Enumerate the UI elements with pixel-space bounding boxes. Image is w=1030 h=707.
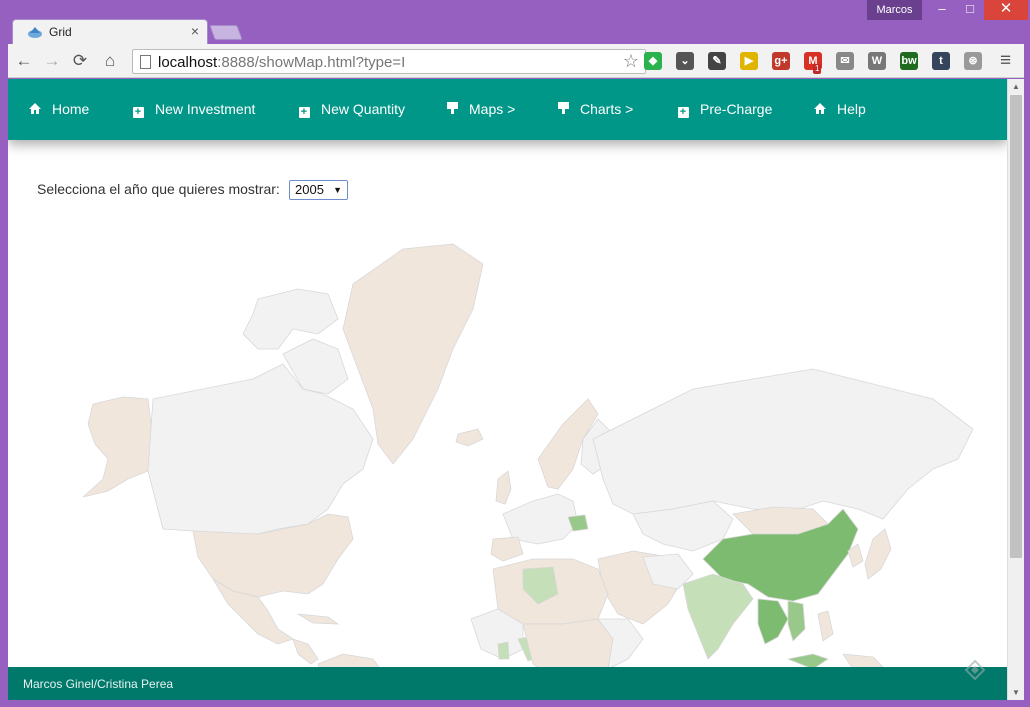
page-icon bbox=[140, 55, 151, 69]
year-select[interactable]: 2005 ▼ bbox=[289, 180, 348, 200]
map-region-cuba[interactable] bbox=[297, 613, 340, 625]
world-map[interactable] bbox=[53, 239, 978, 699]
tab-close-icon[interactable]: × bbox=[191, 23, 199, 39]
clip-icon[interactable]: ▶ bbox=[740, 52, 758, 70]
browser-window: Grid × Marcos – □ ✕ ← → ⟳ ⌂ localhost:88… bbox=[0, 0, 1030, 707]
menu-icon[interactable]: ≡ bbox=[1000, 50, 1011, 72]
bw-icon[interactable]: bw bbox=[900, 52, 918, 70]
home-icon bbox=[28, 80, 42, 141]
back-arrow-icon[interactable]: ← bbox=[14, 51, 34, 71]
map-marker-icon bbox=[445, 80, 459, 141]
map-region-central-america[interactable] bbox=[292, 638, 319, 665]
tab-title: Grid bbox=[49, 25, 72, 39]
tumblr-icon[interactable]: t bbox=[932, 52, 950, 70]
nav-item-label: Help bbox=[837, 101, 866, 117]
footer-credits: Marcos Ginel/Cristina Perea bbox=[23, 677, 174, 691]
url-text[interactable]: localhost:8888/showMap.html?type=I bbox=[158, 54, 405, 71]
profile-badge[interactable]: Marcos bbox=[867, 0, 922, 20]
url-path: :8888/showMap.html?type=I bbox=[217, 54, 406, 71]
map-region-vietnam[interactable] bbox=[787, 600, 806, 642]
nav-item-label: Home bbox=[52, 101, 90, 117]
reload-icon[interactable]: ⟳ bbox=[70, 51, 90, 71]
forward-arrow-icon[interactable]: → bbox=[42, 51, 62, 71]
map-region-spain[interactable] bbox=[490, 536, 524, 562]
home-browser-icon[interactable]: ⌂ bbox=[100, 51, 120, 71]
map-region-canada[interactable] bbox=[147, 363, 374, 535]
bookmark-star-icon[interactable]: ☆ bbox=[623, 51, 639, 72]
nav-item-label: New Investment bbox=[155, 101, 256, 117]
map-region-thailand[interactable] bbox=[757, 598, 789, 645]
pocket-icon[interactable]: ⌄ bbox=[676, 52, 694, 70]
map-region-japan[interactable] bbox=[864, 528, 892, 580]
top-navbar: Home + New Investment + New Quantity Maps > Ch… bbox=[8, 79, 1007, 140]
map-region-iceland[interactable] bbox=[455, 428, 484, 447]
feedly-icon[interactable]: ◆ bbox=[644, 52, 662, 70]
scroll-up-icon[interactable]: ▲ bbox=[1012, 82, 1020, 91]
tab-strip: Grid × Marcos – □ ✕ bbox=[0, 0, 1030, 44]
google-plus-icon[interactable]: g+ bbox=[772, 52, 790, 70]
close-window-icon[interactable]: ✕ bbox=[984, 0, 1028, 20]
nav-item-label: New Quantity bbox=[321, 101, 406, 117]
new-tab-button[interactable] bbox=[209, 25, 243, 40]
browser-toolbar: ← → ⟳ ⌂ localhost:8888/showMap.html?type… bbox=[8, 44, 1024, 78]
wikipedia-icon[interactable]: W bbox=[868, 52, 886, 70]
feedly-float-icon[interactable] bbox=[964, 659, 986, 681]
mail-icon[interactable]: ✉ bbox=[836, 52, 854, 70]
grid-favicon-icon bbox=[28, 27, 42, 38]
map-region-alaska[interactable] bbox=[82, 396, 154, 498]
map-marker-icon bbox=[556, 80, 570, 141]
nav-item-label: Pre-Charge bbox=[700, 101, 773, 117]
steering-icon[interactable]: ⊛ bbox=[964, 52, 982, 70]
nav-item-1[interactable]: + New Investment bbox=[131, 79, 255, 140]
map-region-philippines[interactable] bbox=[817, 610, 834, 642]
url-host: localhost bbox=[158, 54, 218, 71]
nav-item-0[interactable]: Home bbox=[28, 79, 89, 140]
page-footer: Marcos Ginel/Cristina Perea bbox=[8, 667, 1007, 700]
tab-grid[interactable]: Grid × bbox=[12, 19, 208, 44]
chevron-down-icon: ▼ bbox=[333, 185, 342, 195]
nav-item-2[interactable]: + New Quantity bbox=[297, 79, 405, 140]
map-region-uk[interactable] bbox=[495, 470, 512, 505]
map-region-india[interactable] bbox=[682, 573, 754, 660]
nav-item-label: Maps > bbox=[469, 101, 516, 117]
map-region-russia[interactable] bbox=[592, 368, 974, 520]
plus-square-icon: + bbox=[676, 80, 690, 141]
nav-item-6[interactable]: Help bbox=[813, 79, 866, 140]
home-icon bbox=[813, 80, 827, 141]
plus-square-icon: + bbox=[297, 80, 311, 141]
map-region-western-europe[interactable] bbox=[502, 493, 579, 545]
maximize-icon[interactable]: □ bbox=[956, 0, 984, 20]
nav-item-5[interactable]: + Pre-Charge bbox=[676, 79, 772, 140]
nav-item-4[interactable]: Charts > bbox=[556, 79, 633, 140]
address-bar[interactable]: localhost:8888/showMap.html?type=I ☆ bbox=[132, 49, 646, 74]
minimize-icon[interactable]: – bbox=[928, 0, 956, 20]
page-scrollbar[interactable]: ▲ ▼ bbox=[1007, 79, 1024, 700]
nav-item-3[interactable]: Maps > bbox=[445, 79, 515, 140]
map-region-arctic-islands[interactable] bbox=[242, 288, 339, 350]
map-region-ghana[interactable] bbox=[497, 641, 510, 660]
scrollbar-thumb[interactable] bbox=[1010, 95, 1022, 558]
scroll-down-icon[interactable]: ▼ bbox=[1012, 688, 1020, 697]
evernote-icon[interactable]: ✎ bbox=[708, 52, 726, 70]
year-select-value: 2005 bbox=[295, 182, 324, 197]
plus-square-icon: + bbox=[131, 80, 145, 141]
nav-item-label: Charts > bbox=[580, 101, 634, 117]
gmail-badge: 1 bbox=[813, 64, 822, 74]
page-content: Home + New Investment + New Quantity Maps > Ch… bbox=[8, 79, 1007, 700]
year-label: Selecciona el año que quieres mostrar: bbox=[37, 181, 280, 197]
